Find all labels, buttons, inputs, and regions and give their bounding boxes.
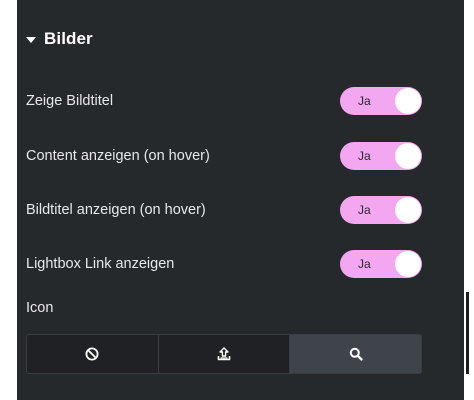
section-title: Bilder <box>44 29 93 48</box>
toggle-knob <box>395 251 421 277</box>
setting-label: Content anzeigen (on hover) <box>26 148 210 164</box>
setting-row-content-anzeigen: Content anzeigen (on hover) Ja <box>26 141 422 171</box>
icon-option-search[interactable] <box>290 335 421 373</box>
toggle-value: Ja <box>358 257 371 271</box>
toggle-knob <box>395 143 421 169</box>
search-icon <box>349 347 363 361</box>
toggle-knob <box>395 88 421 114</box>
bildtitel-anzeigen-toggle[interactable]: Ja <box>340 196 422 224</box>
content-anzeigen-toggle[interactable]: Ja <box>340 142 422 170</box>
setting-label: Lightbox Link anzeigen <box>26 256 175 272</box>
icon-choice-label: Icon <box>26 300 54 316</box>
zeige-bildtitel-toggle[interactable]: Ja <box>340 87 422 115</box>
setting-row-lightbox-link: Lightbox Link anzeigen Ja <box>26 249 422 279</box>
lightbox-link-toggle[interactable]: Ja <box>340 250 422 278</box>
toggle-value: Ja <box>358 149 371 163</box>
caret-down-icon <box>26 36 36 43</box>
icon-option-none[interactable] <box>27 335 159 373</box>
upload-icon <box>217 347 231 361</box>
toggle-value: Ja <box>358 94 371 108</box>
setting-row-bildtitel-anzeigen: Bildtitel anzeigen (on hover) Ja <box>26 195 422 225</box>
icon-choice-control <box>26 334 422 374</box>
icon-option-upload[interactable] <box>158 335 291 373</box>
setting-label: Zeige Bildtitel <box>26 93 114 109</box>
ban-icon <box>85 347 99 361</box>
toggle-value: Ja <box>358 203 371 217</box>
setting-label: Bildtitel anzeigen (on hover) <box>26 202 206 218</box>
toggle-knob <box>395 197 421 223</box>
setting-row-zeige-bildtitel: Zeige Bildtitel Ja <box>26 86 422 116</box>
panel-edge-bar <box>466 292 469 374</box>
section-header-bilder[interactable]: Bilder <box>26 27 93 51</box>
